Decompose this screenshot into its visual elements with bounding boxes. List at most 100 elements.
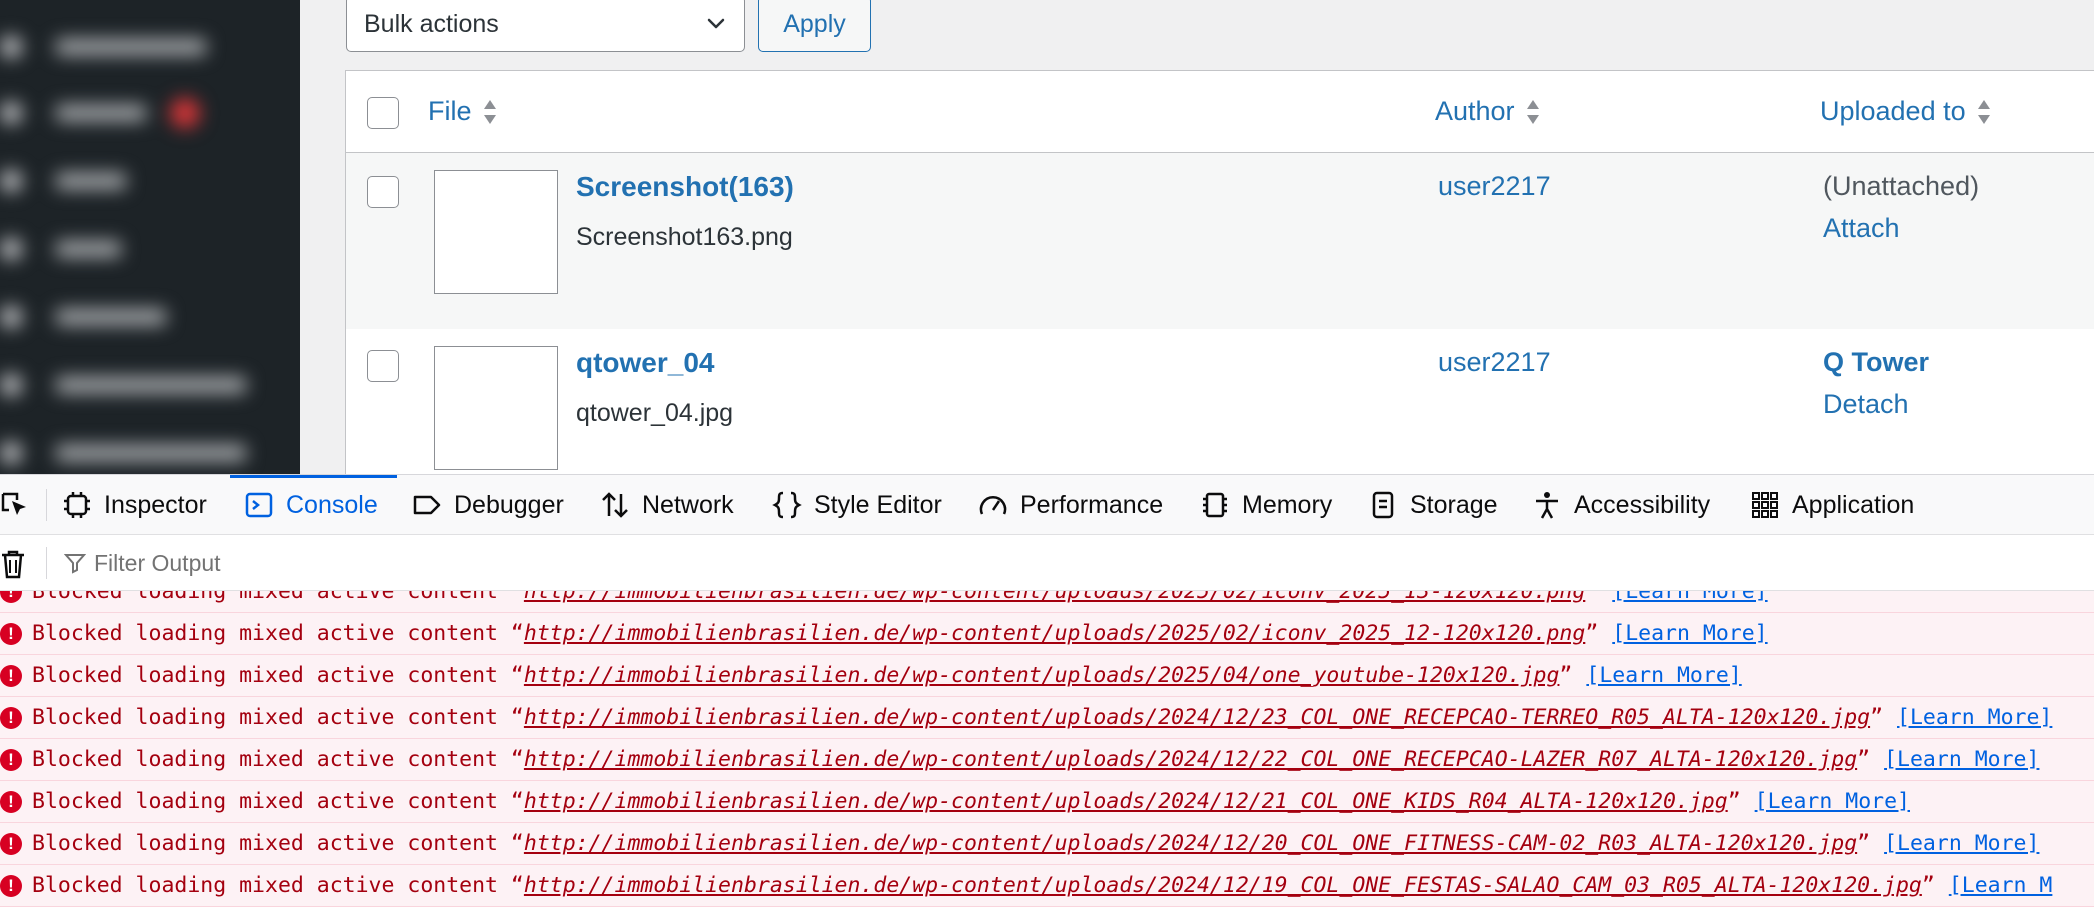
message-url-link[interactable]: http://immobilienbrasilien.de/wp-content…	[524, 591, 1585, 604]
table-header: File Author Uploaded to	[346, 71, 2094, 153]
tab-label: Storage	[1410, 490, 1498, 519]
console-message: ! Blocked loading mixed active content “h…	[0, 613, 2094, 655]
tab-application[interactable]: Application	[1750, 475, 1914, 535]
select-all-checkbox[interactable]	[367, 97, 399, 129]
filter-output-input[interactable]: Filter Output	[64, 545, 221, 581]
storage-icon	[1372, 491, 1394, 519]
table-row: qtower_04 qtower_04.jpg user2217 Q Tower…	[346, 329, 2094, 474]
media-thumbnail[interactable]	[434, 346, 558, 470]
bulk-actions-select[interactable]: Bulk actions	[346, 0, 745, 52]
tab-label: Style Editor	[814, 490, 942, 519]
tab-inspector[interactable]: Inspector	[62, 475, 207, 535]
message-text: ”	[1585, 621, 1599, 646]
tab-network[interactable]: Network	[600, 475, 734, 535]
message-url-link[interactable]: http://immobilienbrasilien.de/wp-content…	[524, 621, 1585, 646]
sort-icon	[483, 99, 496, 124]
style-editor-icon	[772, 491, 802, 519]
sort-icon	[1977, 99, 1990, 124]
tab-memory[interactable]: Memory	[1200, 475, 1332, 535]
element-picker-icon	[1, 492, 26, 515]
learn-more-link[interactable]: [Learn M	[1949, 873, 2053, 898]
column-header-file[interactable]: File	[428, 96, 498, 127]
apply-button[interactable]: Apply	[758, 0, 871, 52]
message-text: ”	[1921, 873, 1935, 898]
trash-icon[interactable]	[0, 549, 26, 579]
message-text: ”	[1857, 831, 1871, 856]
row-checkbox[interactable]	[367, 350, 399, 382]
toolbar-divider	[46, 489, 47, 521]
column-header-uploaded-to[interactable]: Uploaded to	[1820, 96, 1992, 127]
chevron-down-icon	[707, 18, 725, 29]
console-message: ! Blocked loading mixed active content “h…	[0, 781, 2094, 823]
tab-label: Memory	[1242, 490, 1333, 519]
attach-link[interactable]: Attach	[1823, 213, 1900, 244]
media-library: Bulk actions Apply File Author Uploaded …	[300, 0, 2094, 474]
message-text: ”	[1857, 747, 1871, 772]
sidebar-item-blurred[interactable]	[0, 304, 166, 330]
learn-more-link[interactable]: [Learn More]	[1884, 747, 2039, 772]
learn-more-link[interactable]: [Learn More]	[1755, 789, 1910, 814]
filter-icon	[64, 554, 86, 574]
message-url-link[interactable]: http://immobilienbrasilien.de/wp-content…	[524, 663, 1560, 688]
sidebar-item-blurred[interactable]	[0, 168, 126, 194]
media-title-link[interactable]: qtower_04	[576, 347, 715, 379]
sidebar-item-blurred[interactable]	[0, 372, 246, 398]
sidebar-item-blurred[interactable]	[0, 440, 246, 466]
message-url-link[interactable]: http://immobilienbrasilien.de/wp-content…	[524, 873, 1922, 898]
console-message: ! Blocked loading mixed active content “h…	[0, 823, 2094, 865]
bulk-actions-label: Bulk actions	[364, 9, 499, 38]
console-icon	[245, 492, 273, 518]
media-thumbnail[interactable]	[434, 170, 558, 294]
error-icon: !	[0, 748, 22, 771]
row-checkbox[interactable]	[367, 176, 399, 208]
learn-more-link[interactable]: [Learn More]	[1884, 831, 2039, 856]
tab-accessibility[interactable]: Accessibility	[1532, 475, 1710, 535]
column-label: Uploaded to	[1820, 96, 1966, 126]
tab-debugger[interactable]: Debugger	[412, 475, 564, 535]
error-icon: !	[0, 790, 22, 813]
error-icon: !	[0, 832, 22, 855]
uploaded-to-status: (Unattached)	[1823, 171, 1980, 201]
tab-style-editor[interactable]: Style Editor	[772, 475, 942, 535]
column-label: Author	[1435, 96, 1515, 126]
tab-performance[interactable]: Performance	[978, 475, 1163, 535]
learn-more-link[interactable]: [Learn More]	[1612, 621, 1767, 646]
devtools-tab-bar: Inspector Console Debugger Network Style…	[0, 475, 2094, 535]
tab-console[interactable]: Console	[244, 475, 378, 535]
learn-more-link[interactable]: [Learn More]	[1612, 591, 1767, 604]
tab-label: Console	[286, 490, 378, 519]
message-url-link[interactable]: http://immobilienbrasilien.de/wp-content…	[524, 789, 1728, 814]
error-icon: !	[0, 874, 22, 897]
table-row: Screenshot(163) Screenshot163.png user22…	[346, 153, 2094, 329]
tab-storage[interactable]: Storage	[1368, 475, 1498, 535]
element-picker-button[interactable]	[0, 475, 30, 535]
media-title-link[interactable]: Screenshot(163)	[576, 171, 794, 203]
message-text: Blocked loading mixed active content “	[32, 747, 524, 772]
sidebar-item-blurred[interactable]	[0, 34, 206, 60]
learn-more-link[interactable]: [Learn More]	[1897, 705, 2052, 730]
message-url-link[interactable]: http://immobilienbrasilien.de/wp-content…	[524, 747, 1857, 772]
memory-icon	[1203, 492, 1227, 518]
message-url-link[interactable]: http://immobilienbrasilien.de/wp-content…	[524, 705, 1870, 730]
error-icon: !	[0, 591, 22, 603]
message-text: Blocked loading mixed active content “	[32, 621, 524, 646]
column-header-author[interactable]: Author	[1435, 96, 1541, 127]
author-link[interactable]: user2217	[1438, 171, 1551, 202]
tab-label: Performance	[1020, 490, 1164, 519]
tab-label: Application	[1792, 490, 1915, 519]
sort-icon	[1526, 99, 1539, 124]
message-text: Blocked loading mixed active content “	[32, 873, 524, 898]
console-filter-bar: Filter Output	[0, 535, 2094, 591]
console-output: ! Blocked loading mixed active content “h…	[0, 591, 2094, 910]
sidebar-item-blurred[interactable]	[0, 98, 200, 128]
learn-more-link[interactable]: [Learn More]	[1586, 663, 1741, 688]
message-text: Blocked loading mixed active content “	[32, 705, 524, 730]
message-url-link[interactable]: http://immobilienbrasilien.de/wp-content…	[524, 831, 1857, 856]
column-label: File	[428, 96, 472, 126]
tab-label: Accessibility	[1574, 490, 1711, 519]
sidebar-item-blurred[interactable]	[0, 236, 121, 262]
message-text: ”	[1727, 789, 1741, 814]
author-link[interactable]: user2217	[1438, 347, 1551, 378]
uploaded-to-link[interactable]: Q Tower	[1823, 347, 1929, 378]
detach-link[interactable]: Detach	[1823, 389, 1909, 420]
